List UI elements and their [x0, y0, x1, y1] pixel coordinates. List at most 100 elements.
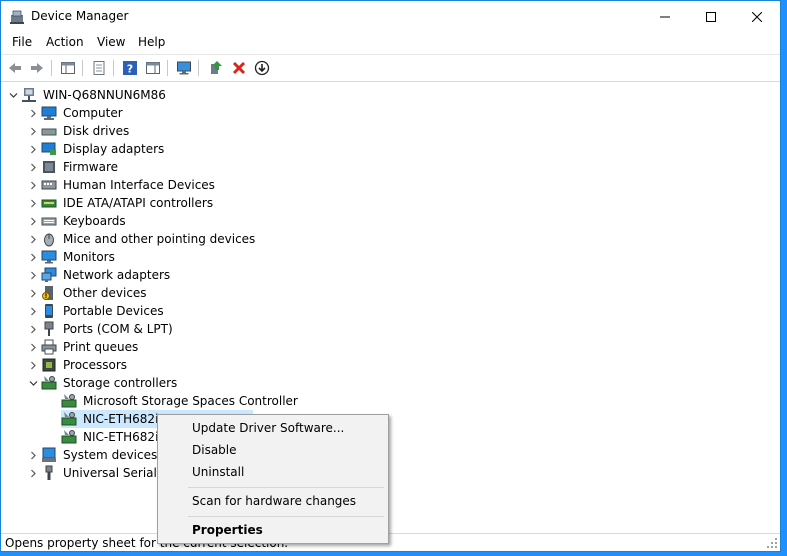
device-manager-icon — [10, 10, 24, 24]
toolbar-separator — [113, 60, 114, 76]
show-hide-console-tree-button[interactable] — [58, 58, 78, 78]
chevron-down-icon[interactable] — [25, 374, 41, 392]
tree-child-label: Microsoft Storage Spaces Controller — [83, 394, 298, 408]
tree-item-human-interface-devices[interactable]: Human Interface Devices — [25, 176, 216, 194]
tree-item-computer[interactable]: Computer — [25, 104, 124, 122]
tree-item-ide-ata-atapi-controllers[interactable]: IDE ATA/ATAPI controllers — [25, 194, 214, 212]
ctx-separator — [188, 487, 384, 488]
chevron-right-icon[interactable] — [25, 338, 41, 356]
menu-action[interactable]: Action — [44, 35, 86, 49]
chevron-down-icon[interactable] — [5, 86, 21, 104]
tree-item-disk-drives[interactable]: Disk drives — [25, 122, 130, 140]
tree-item-processors[interactable]: Processors — [25, 356, 128, 374]
forward-arrow-icon — [31, 63, 43, 73]
tree-item-usb-controllers[interactable]: Universal Serial Bu — [25, 464, 178, 482]
tree-item-other-devices[interactable]: ! Other devices — [25, 284, 148, 302]
ctx-label: Properties — [192, 523, 263, 537]
storage-controller-icon — [61, 412, 77, 426]
tree-item-portable-devices[interactable]: Portable Devices — [25, 302, 165, 320]
tree-item-label: Processors — [63, 358, 128, 372]
tree-item-monitors[interactable]: Monitors — [25, 248, 116, 266]
chevron-right-icon[interactable] — [25, 464, 41, 482]
tree-item-label: Firmware — [63, 160, 118, 174]
chevron-right-icon[interactable] — [25, 446, 41, 464]
back-button[interactable] — [5, 58, 25, 78]
menu-help[interactable]: Help — [136, 35, 167, 49]
tree-child-storage-spaces-controller[interactable]: Microsoft Storage Spaces Controller — [61, 392, 299, 410]
chevron-right-icon[interactable] — [25, 140, 41, 158]
minimize-button[interactable] — [642, 1, 688, 32]
svg-text:!: ! — [45, 293, 48, 300]
chevron-right-icon[interactable] — [25, 320, 41, 338]
svg-text:?: ? — [127, 63, 133, 76]
tree-item-label: IDE ATA/ATAPI controllers — [63, 196, 214, 210]
device-tree[interactable]: WIN-Q68NNUN6M86 Computer Disk drives Dis… — [1, 83, 780, 533]
chevron-right-icon[interactable] — [25, 158, 41, 176]
disable-toolbar-button[interactable] — [252, 58, 272, 78]
close-icon — [752, 11, 762, 22]
tree-item-storage-controllers[interactable]: Storage controllers — [25, 374, 178, 392]
uninstall-toolbar-button[interactable] — [229, 58, 249, 78]
port-icon — [44, 321, 54, 336]
action-pane-button[interactable] — [143, 58, 163, 78]
tree-item-display-adapters[interactable]: Display adapters — [25, 140, 165, 158]
ctx-disable[interactable]: Disable — [160, 439, 386, 461]
ctx-separator — [188, 516, 384, 517]
tree-item-network-adapters[interactable]: Network adapters — [25, 266, 171, 284]
tree-child-nic-eth682i[interactable]: NIC-ETH682i- — [61, 428, 164, 446]
tree-root[interactable]: WIN-Q68NNUN6M86 — [5, 86, 167, 104]
tree-item-print-queues[interactable]: Print queues — [25, 338, 139, 356]
ctx-properties[interactable]: Properties — [160, 519, 386, 541]
chevron-right-icon[interactable] — [25, 176, 41, 194]
tree-item-keyboards[interactable]: Keyboards — [25, 212, 127, 230]
toolbar-separator — [51, 60, 52, 76]
ctx-uninstall[interactable]: Uninstall — [160, 461, 386, 483]
tree-item-label: Portable Devices — [63, 304, 164, 318]
chevron-right-icon[interactable] — [25, 194, 41, 212]
tree-item-ports[interactable]: Ports (COM & LPT) — [25, 320, 174, 338]
ctx-scan-for-hardware-changes[interactable]: Scan for hardware changes — [160, 490, 386, 512]
tree-item-label: Display adapters — [63, 142, 165, 156]
maximize-button[interactable] — [688, 1, 734, 32]
chevron-right-icon[interactable] — [25, 212, 41, 230]
forward-button[interactable] — [27, 58, 47, 78]
toolbar-separator — [167, 60, 168, 76]
ctx-update-driver-software[interactable]: Update Driver Software... — [160, 417, 386, 439]
update-driver-toolbar-button[interactable] — [206, 58, 226, 78]
storage-controller-icon — [61, 394, 77, 408]
tree-child-label: NIC-ETH682i- — [83, 430, 163, 444]
resize-grip-icon[interactable] — [766, 537, 778, 549]
chevron-right-icon[interactable] — [25, 302, 41, 320]
chevron-right-icon[interactable] — [25, 248, 41, 266]
title-bar[interactable]: Device Manager — [1, 1, 780, 32]
menu-bar: File Action View Help — [1, 32, 780, 54]
chevron-right-icon[interactable] — [25, 284, 41, 302]
chevron-right-icon[interactable] — [25, 266, 41, 284]
tree-item-label: Keyboards — [63, 214, 126, 228]
device-manager-window: Device Manager File Action View Help ? W… — [0, 0, 781, 552]
tree-item-label: Storage controllers — [63, 376, 178, 390]
properties-toolbar-button[interactable] — [89, 58, 109, 78]
toolbar-separator — [82, 60, 83, 76]
tree-item-label: Disk drives — [63, 124, 130, 138]
menu-view[interactable]: View — [95, 35, 127, 49]
ctx-label: Update Driver Software... — [192, 421, 345, 435]
menu-file[interactable]: File — [10, 35, 34, 49]
help-toolbar-button[interactable]: ? — [120, 58, 140, 78]
scan-hardware-toolbar-button[interactable] — [174, 58, 194, 78]
tree-item-mice[interactable]: Mice and other pointing devices — [25, 230, 256, 248]
tree-item-firmware[interactable]: Firmware — [25, 158, 119, 176]
chevron-right-icon[interactable] — [25, 356, 41, 374]
computer-icon — [41, 106, 57, 120]
context-menu: Update Driver Software... Disable Uninst… — [157, 414, 389, 544]
toolbar-separator — [198, 60, 199, 76]
chevron-right-icon[interactable] — [25, 104, 41, 122]
close-button[interactable] — [734, 1, 780, 32]
tree-item-system-devices[interactable]: System devices — [25, 446, 158, 464]
chevron-right-icon[interactable] — [25, 122, 41, 140]
toolbar: ? — [1, 54, 780, 82]
chevron-right-icon[interactable] — [25, 230, 41, 248]
monitor-icon — [41, 250, 57, 264]
red-x-icon — [232, 61, 246, 75]
monitor-scan-icon — [177, 61, 191, 75]
